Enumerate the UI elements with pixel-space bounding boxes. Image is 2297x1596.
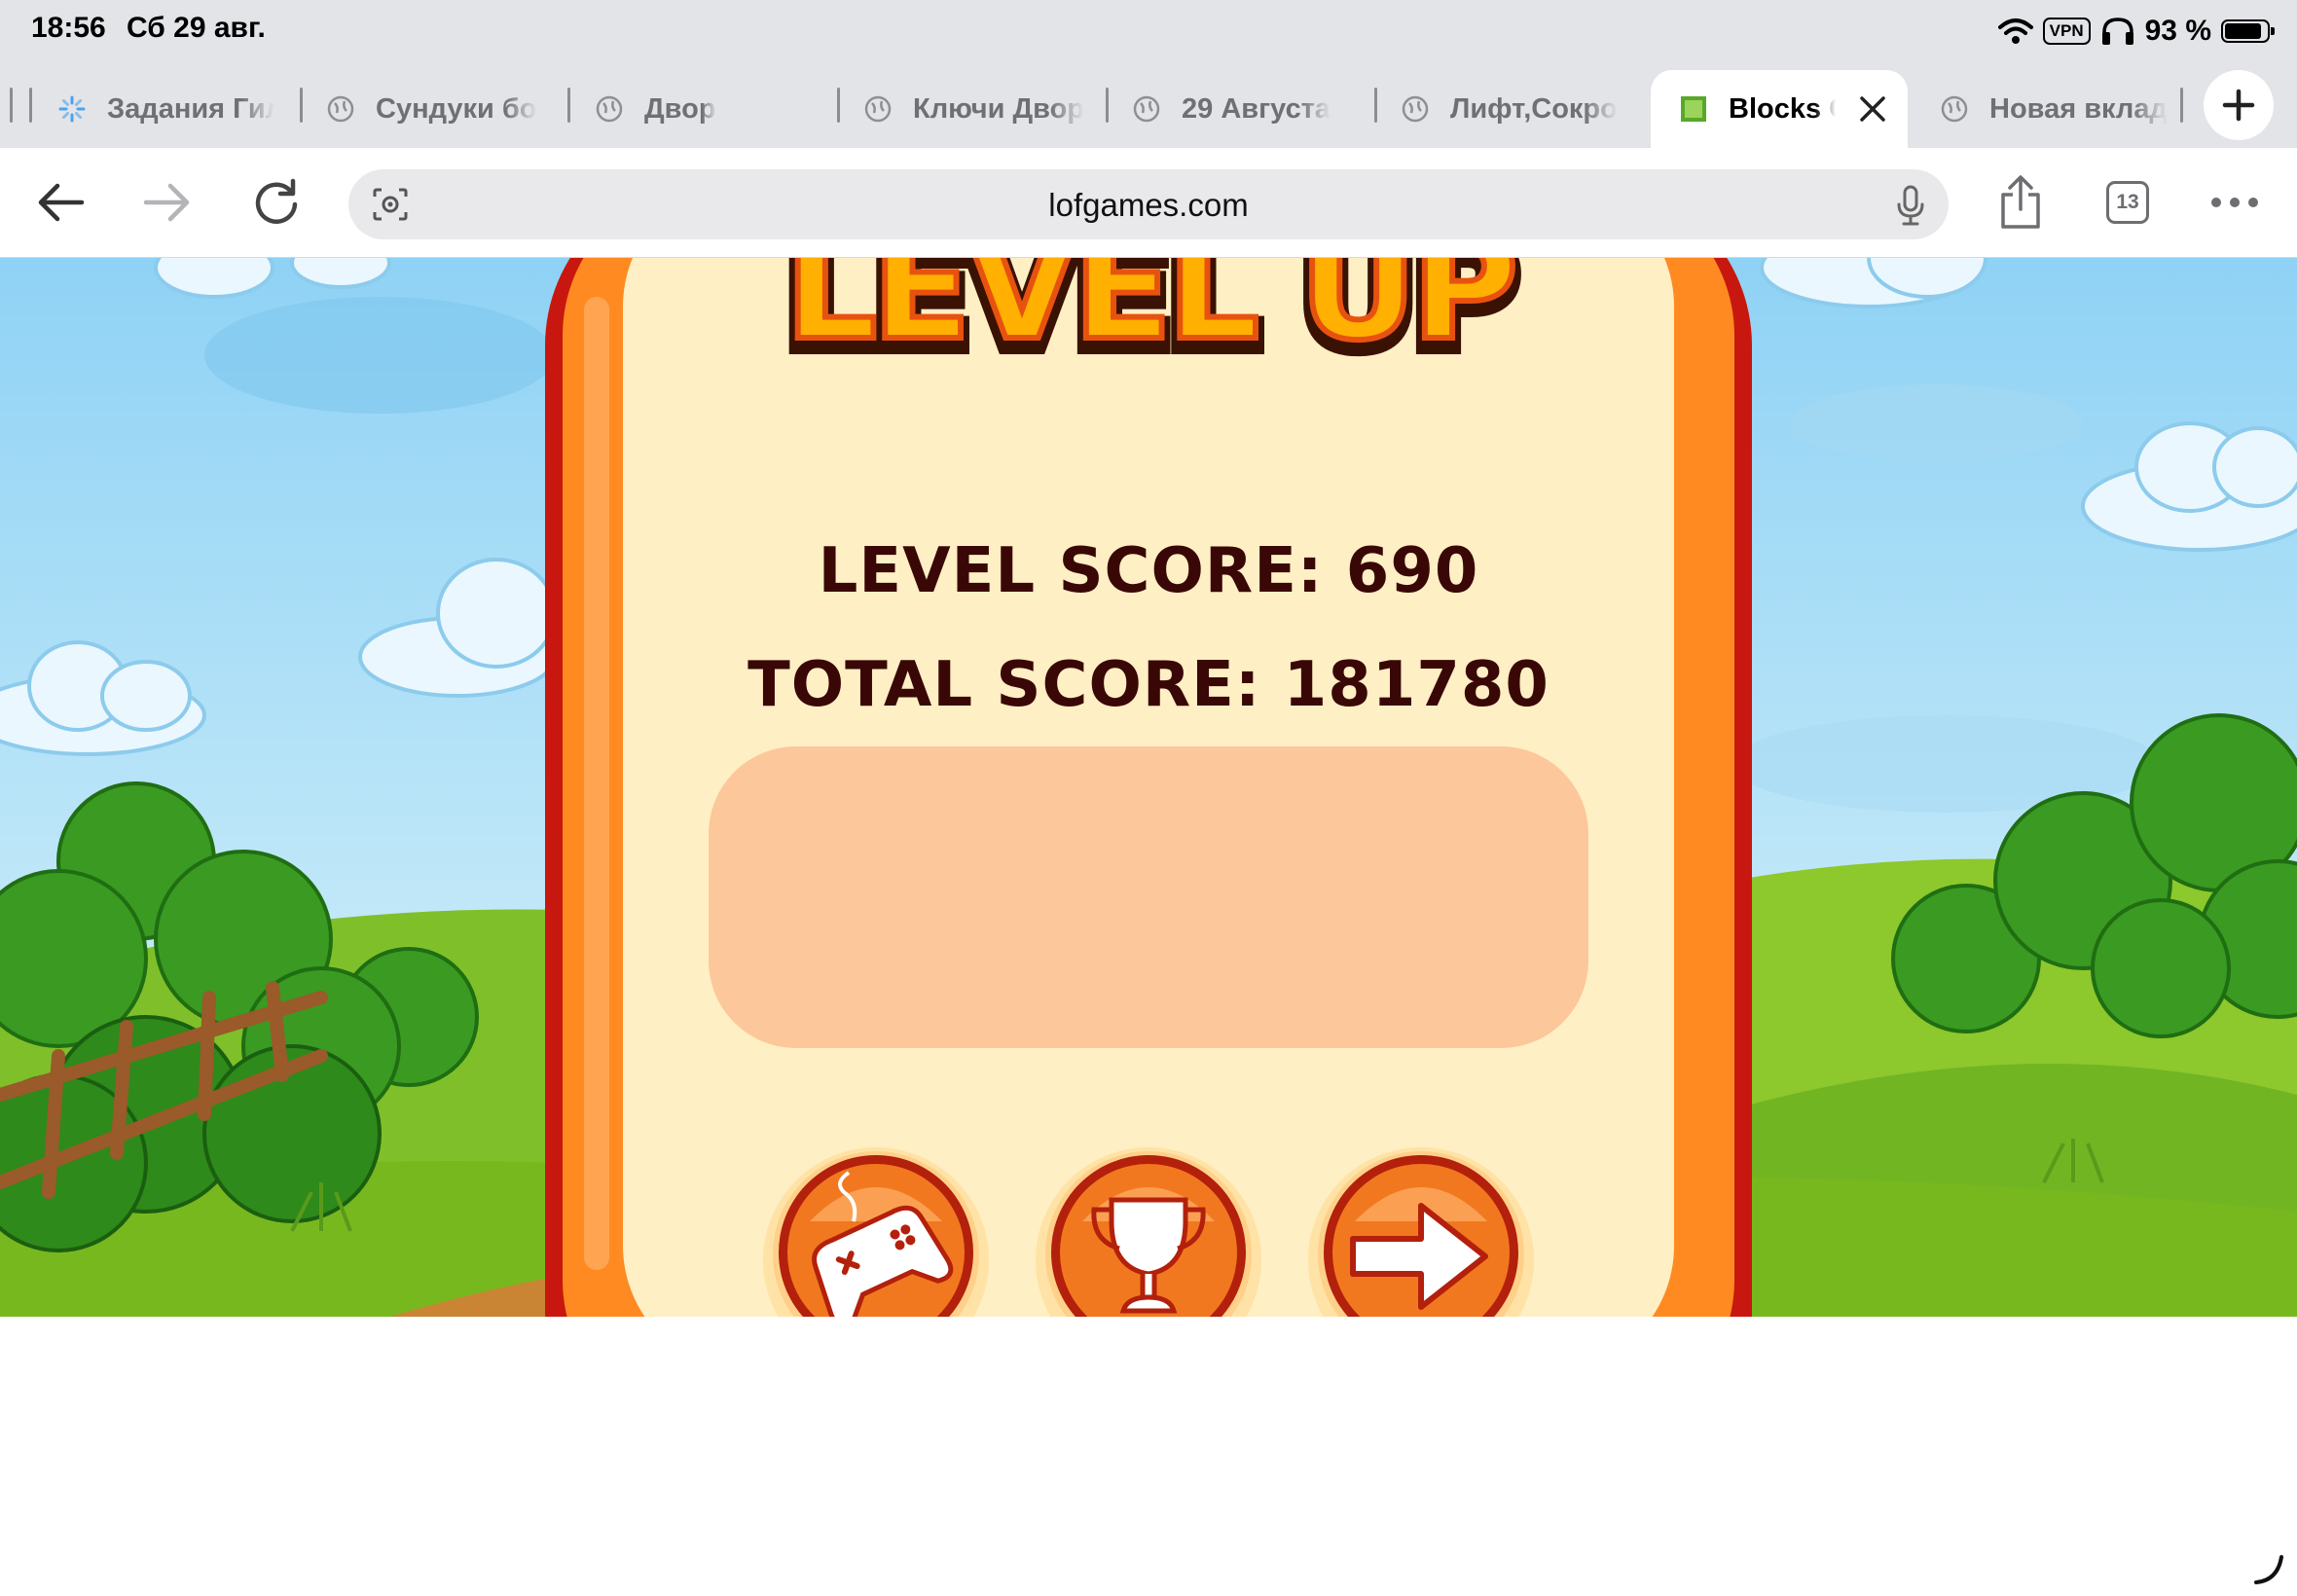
tab-separator [300, 88, 303, 123]
plus-icon [2222, 89, 2255, 122]
total-score-text: TOTAL SCORE: 181780 [747, 649, 1550, 721]
tab-separator [567, 88, 570, 123]
globe-icon [864, 95, 892, 123]
tab-overview-button[interactable]: 13 [2100, 175, 2155, 230]
new-tab-button[interactable] [2204, 70, 2274, 140]
tab-separator [2180, 88, 2183, 123]
microphone-icon[interactable] [1896, 185, 1925, 226]
more-icon [2211, 198, 2258, 207]
resize-handle-icon[interactable] [2248, 1547, 2287, 1586]
tab-dvor[interactable]: Двор [596, 70, 829, 148]
share-icon [2001, 175, 2040, 229]
globe-icon [1941, 95, 1968, 123]
status-time: 18:56 [31, 12, 106, 44]
tab-separator [1106, 88, 1109, 123]
reload-button[interactable] [249, 175, 304, 230]
url-text: lofgames.com [1048, 187, 1249, 223]
next-level-button[interactable] [1306, 1143, 1536, 1317]
level-up-title: LEVEL UP LEVEL UP [776, 258, 1527, 375]
battery-icon [2221, 19, 2275, 43]
tab-title: Сундуки бо [376, 92, 537, 125]
level-score-text: LEVEL SCORE: 690 [818, 535, 1479, 607]
tab-title: Двор [644, 92, 716, 125]
tab-title: Ключи Двор [913, 92, 1084, 125]
tab-bar: Задания Гил Сундуки бо Двор Ключи Двор 2… [0, 62, 2297, 148]
arrow-right-icon [143, 183, 190, 222]
forward-button[interactable] [140, 175, 195, 230]
globe-icon [327, 95, 354, 123]
tab-title: Новая вклад [1989, 92, 2168, 125]
tab-zadaniya[interactable]: Задания Гил [58, 70, 274, 148]
wifi-icon [1997, 18, 2033, 44]
browser-toolbar: lofgames.com 13 [0, 148, 2297, 258]
tab-title: Задания Гил [107, 92, 274, 125]
tab-new[interactable]: Новая вклад [1941, 70, 2186, 148]
tab-blocks-active[interactable]: Blocks C [1651, 70, 1908, 148]
arrow-left-icon [38, 183, 85, 222]
globe-icon [596, 95, 623, 123]
level-up-title-text: LEVEL UP [784, 258, 1513, 373]
status-date: Сб 29 авг. [127, 12, 266, 44]
leaderboard-button[interactable] [1034, 1143, 1263, 1317]
headphones-icon [2101, 18, 2133, 45]
tab-29-avgusta[interactable]: 29 Августа [1133, 70, 1353, 148]
tab-separator [837, 88, 840, 123]
more-menu-button[interactable] [2207, 175, 2262, 230]
globe-icon [1402, 95, 1429, 123]
tab-lift[interactable]: Лифт,Сокро [1402, 70, 1622, 148]
tab-separator [29, 88, 32, 123]
tab-count-badge: 13 [2106, 181, 2149, 224]
tab-sunduki[interactable]: Сундуки бо [327, 70, 545, 148]
globe-icon [1133, 95, 1160, 123]
status-bar: 18:56 Сб 29 авг. VPN 93 % [0, 0, 2297, 62]
tab-separator [10, 88, 13, 123]
score-box [709, 746, 1588, 1048]
battery-percent: 93 % [2144, 15, 2211, 47]
tab-separator [1374, 88, 1377, 123]
tab-title: Blocks C [1729, 92, 1836, 125]
loading-spinner-icon [58, 95, 86, 123]
tab-title: Лифт,Сокро [1450, 92, 1618, 125]
tab-klyuchi[interactable]: Ключи Двор [864, 70, 1084, 148]
page-blank-area [0, 1317, 2297, 1596]
reload-icon [255, 178, 298, 224]
more-games-button[interactable] [761, 1143, 991, 1317]
address-bar[interactable]: lofgames.com [348, 169, 1949, 239]
tab-title: 29 Августа [1182, 92, 1331, 125]
green-square-favicon [1681, 96, 1706, 122]
game-canvas[interactable]: LEVEL UP LEVEL UP LEVEL SCORE: 690 TOTAL… [0, 258, 2297, 1317]
close-tab-icon[interactable] [1859, 95, 1886, 123]
status-indicators: VPN 93 % [1997, 12, 2275, 51]
vpn-badge: VPN [2042, 18, 2091, 45]
share-button[interactable] [1993, 175, 2048, 230]
back-button[interactable] [33, 175, 88, 230]
